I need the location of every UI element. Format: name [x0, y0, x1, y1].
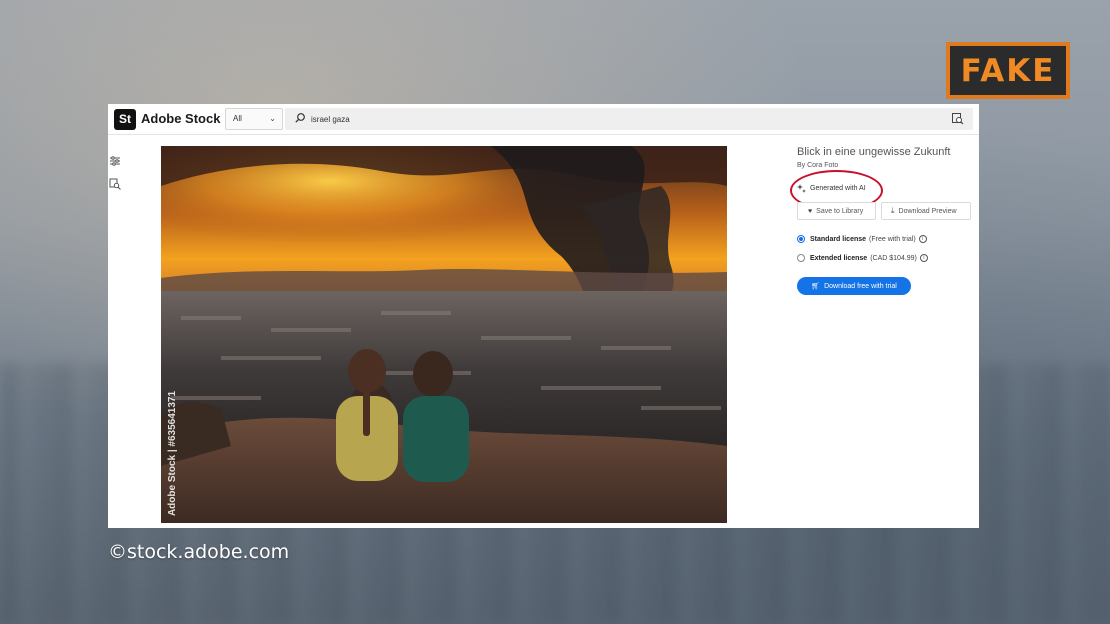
source-credit: ©stock.adobe.com — [108, 541, 290, 563]
photo-watermark-text: Adobe Stock | #635641371 — [167, 390, 179, 517]
license-note: (CAD $104.99) — [870, 254, 917, 262]
save-to-library-label: Save to Library — [816, 207, 864, 215]
save-to-library-button[interactable]: ♥ Save to Library — [797, 202, 876, 220]
stock-photo[interactable]: Adobe Stock | #635641371 — [161, 146, 727, 523]
download-preview-label: Download Preview — [898, 207, 957, 215]
visual-search-icon[interactable] — [109, 178, 121, 190]
filters-icon[interactable] — [109, 155, 121, 167]
adobe-stock-logo[interactable]: St — [114, 109, 136, 130]
download-preview-button[interactable]: ⤓ Download Preview — [881, 202, 971, 220]
fake-badge-text: FAKE — [960, 52, 1056, 89]
fake-badge: FAKE — [946, 42, 1070, 99]
download-free-button[interactable]: 🛒︎ Download free with trial — [797, 277, 911, 295]
top-bar: St Adobe Stock All ⌄ — [108, 104, 979, 135]
license-name: Standard license — [810, 235, 867, 243]
visual-search-icon[interactable] — [951, 112, 964, 125]
license-option-standard[interactable]: Standard license (Free with trial) i — [797, 233, 927, 245]
photo-illustration — [161, 146, 727, 523]
license-name: Extended license — [810, 254, 868, 262]
radio-selected[interactable] — [797, 235, 805, 243]
info-icon[interactable]: i — [918, 235, 927, 243]
asset-type-value: All — [233, 114, 242, 123]
search-icon — [295, 113, 305, 123]
radio-unselected[interactable] — [797, 254, 805, 262]
info-icon[interactable]: i — [919, 254, 928, 262]
download-free-label: Download free with trial — [824, 282, 897, 290]
heart-icon: ♥ — [808, 207, 813, 215]
cart-icon: 🛒︎ — [811, 283, 821, 290]
license-option-extended[interactable]: Extended license (CAD $104.99) i — [797, 252, 928, 264]
asset-details-panel: Blick in eine ungewisse Zukunft By Cora … — [790, 146, 977, 295]
download-icon: ⤓ — [891, 206, 895, 215]
asset-type-select[interactable]: All ⌄ — [225, 108, 283, 130]
chevron-down-icon: ⌄ — [269, 114, 276, 123]
adobe-stock-screenshot: St Adobe Stock All ⌄ israel gaza Adobe S… — [108, 104, 979, 528]
search-input[interactable] — [311, 111, 911, 127]
search-bar[interactable] — [285, 108, 973, 130]
asset-byline[interactable]: By Cora Foto — [797, 162, 977, 169]
license-note: (Free with trial) — [869, 235, 916, 243]
logo-text[interactable]: Adobe Stock — [141, 111, 220, 126]
photo-watermark: Adobe Stock | #635641371 — [163, 391, 183, 516]
asset-title: Blick in eine ungewisse Zukunft — [797, 146, 951, 158]
